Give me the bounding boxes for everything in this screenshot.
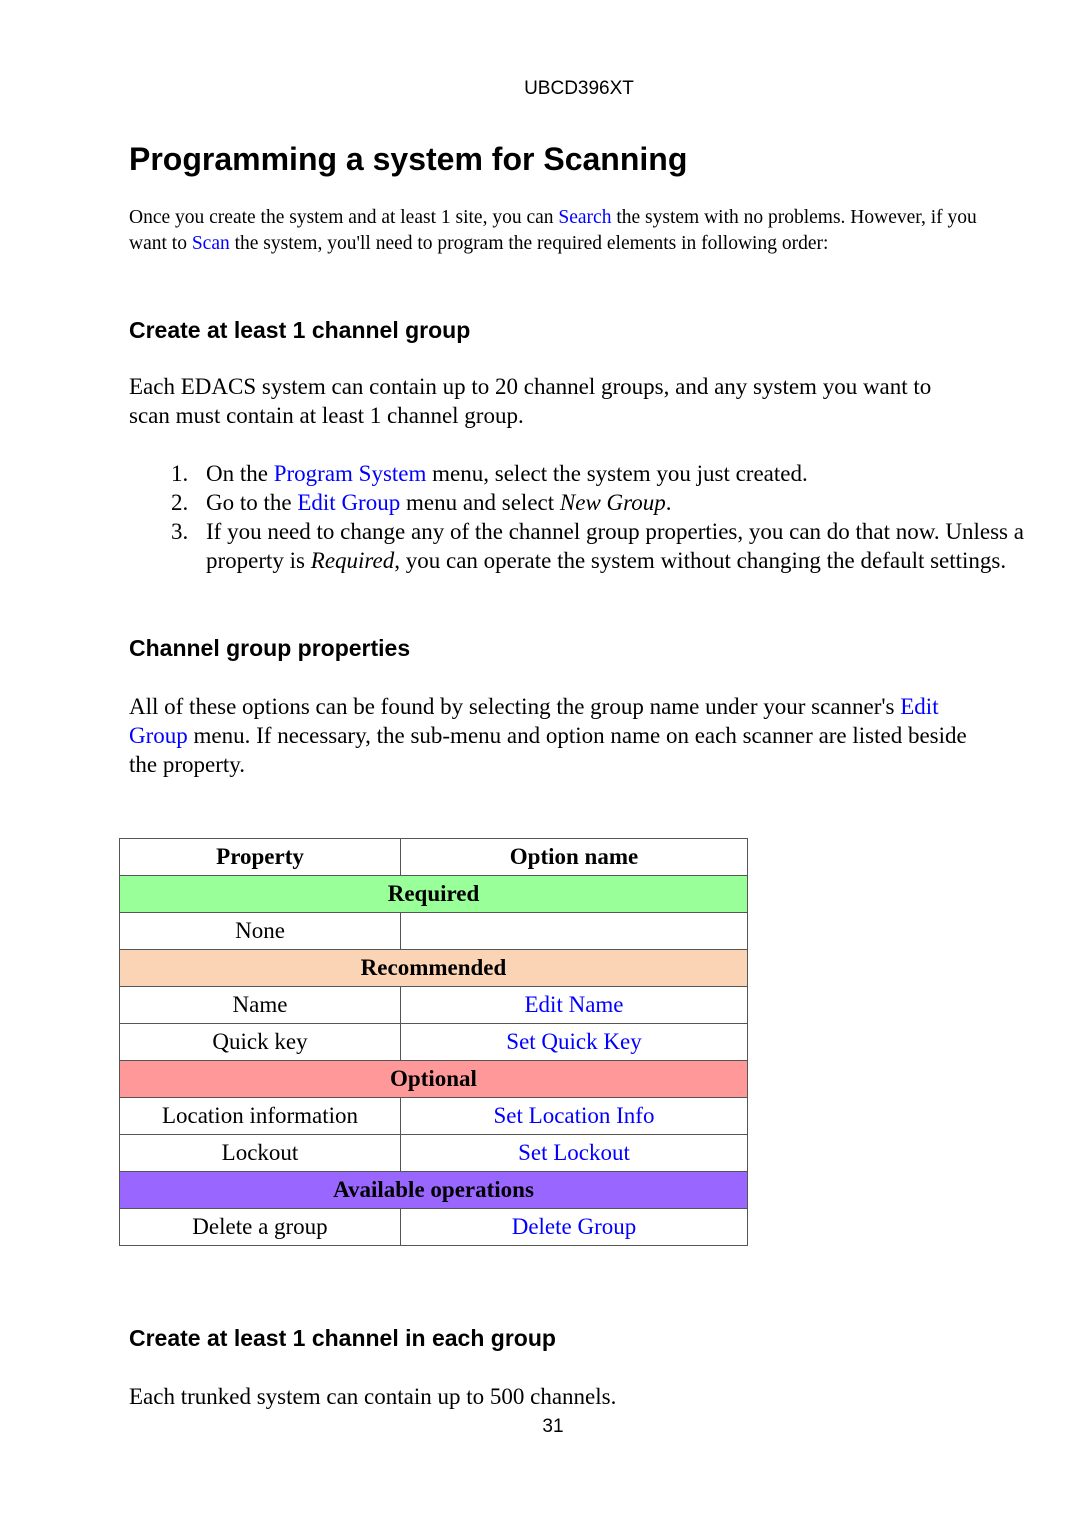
table-row: Location information Set Location Info <box>119 1097 748 1135</box>
option-link[interactable]: Delete Group <box>400 1208 748 1246</box>
section-label: Required <box>119 875 748 913</box>
property-cell: Quick key <box>119 1023 401 1061</box>
channel-group-paragraph: Each EDACS system can contain up to 20 c… <box>129 374 932 428</box>
property-cell: Location information <box>119 1097 401 1135</box>
step-text: , you can operate the system without cha… <box>394 548 1007 573</box>
table-row: Quick key Set Quick Key <box>119 1023 748 1061</box>
running-head: UBCD396XT <box>524 78 634 99</box>
page-title: Programming a system for Scanning <box>129 141 688 177</box>
paragraph-text: All of these options can be found by sel… <box>129 694 901 719</box>
table-row: Name Edit Name <box>119 986 748 1024</box>
property-cell: None <box>119 912 401 950</box>
table-row: None <box>119 912 748 950</box>
search-link[interactable]: Search <box>558 207 611 228</box>
header-property: Property <box>119 838 401 876</box>
step-item: On the Program System menu, select the s… <box>194 459 1064 488</box>
edit-group-link[interactable]: Edit Group <box>297 490 400 515</box>
step-text: menu, select the system you just created… <box>426 461 808 486</box>
step-item: If you need to change any of the channel… <box>194 517 1064 575</box>
step-text: Go to the <box>206 490 298 515</box>
option-link[interactable]: Set Location Info <box>400 1097 748 1135</box>
section-row-available-operations: Available operations <box>119 1171 748 1209</box>
scan-link[interactable]: Scan <box>192 233 230 254</box>
channels-paragraph: Each trunked system can contain up to 50… <box>129 1384 617 1409</box>
section-heading-channel-group: Create at least 1 channel group <box>129 317 471 343</box>
step-text: On the <box>206 461 274 486</box>
property-cell: Lockout <box>119 1134 401 1172</box>
section-label: Optional <box>119 1060 748 1098</box>
section-label: Recommended <box>119 949 748 987</box>
table-header-row: Property Option name <box>119 838 748 876</box>
properties-paragraph: All of these options can be found by sel… <box>129 692 989 779</box>
new-group-term: New Group <box>559 490 666 515</box>
intro-text: Once you create the system and at least … <box>129 207 559 228</box>
required-term: Required <box>310 548 395 573</box>
section-label: Available operations <box>119 1171 748 1209</box>
section-heading-channels: Create at least 1 channel in each group <box>129 1325 556 1351</box>
intro-text: the system, you'll need to program the r… <box>229 233 829 254</box>
section-heading-properties: Channel group properties <box>129 635 411 661</box>
program-system-link[interactable]: Program System <box>274 461 427 486</box>
option-link[interactable]: Set Lockout <box>400 1134 748 1172</box>
intro-paragraph: Once you create the system and at least … <box>129 205 989 257</box>
section-row-recommended: Recommended <box>119 949 748 987</box>
property-cell: Name <box>119 986 401 1024</box>
option-link[interactable]: Edit Name <box>400 986 748 1024</box>
step-item: Go to the Edit Group menu and select New… <box>194 488 1064 517</box>
steps-list: On the Program System menu, select the s… <box>129 459 1064 575</box>
option-link <box>400 912 748 950</box>
page-number: 31 <box>542 1416 564 1437</box>
properties-table: Property Option name Required None Recomme… <box>119 838 748 1246</box>
step-text: . <box>665 490 672 515</box>
table-row: Delete a group Delete Group <box>119 1208 748 1246</box>
paragraph-text: menu. If necessary, the sub-menu and opt… <box>129 723 967 777</box>
header-option-name: Option name <box>400 838 748 876</box>
step-text: menu and select <box>400 490 560 515</box>
option-link[interactable]: Set Quick Key <box>400 1023 748 1061</box>
section-row-required: Required <box>119 875 748 913</box>
table-row: Lockout Set Lockout <box>119 1134 748 1172</box>
section-row-optional: Optional <box>119 1060 748 1098</box>
property-cell: Delete a group <box>119 1208 401 1246</box>
